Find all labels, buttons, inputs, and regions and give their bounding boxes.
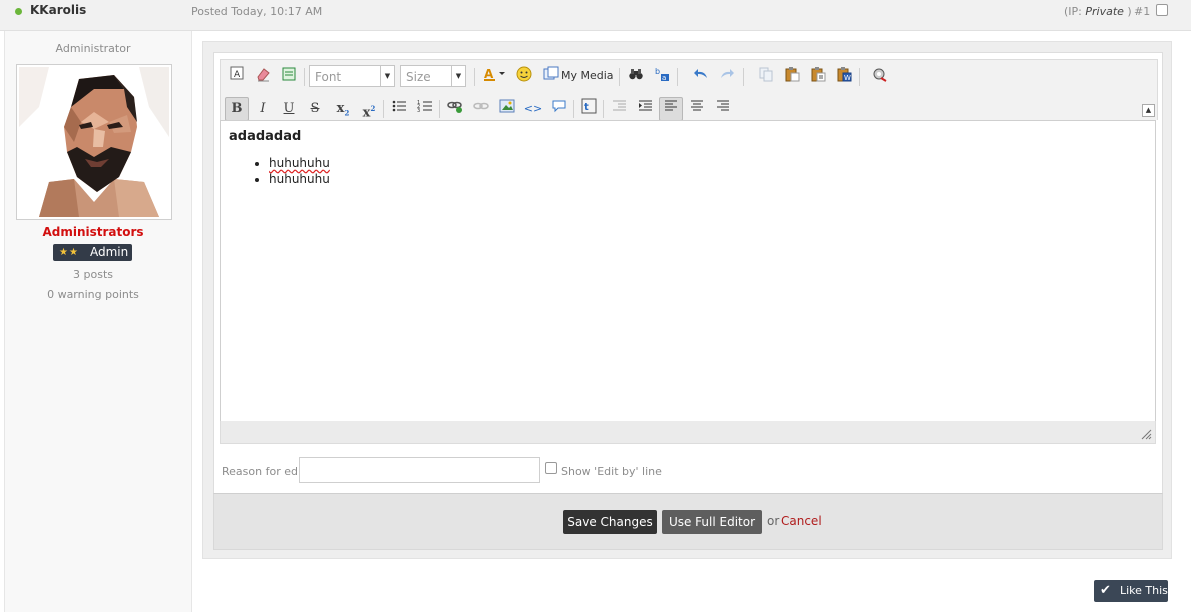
content-list: huhuhuhu huhuhuhu [229, 155, 330, 187]
post-date: Posted Today, 10:17 AM [191, 5, 323, 18]
post-number-link[interactable]: #1 [1134, 5, 1150, 18]
subscript-icon[interactable]: x2 [331, 97, 355, 121]
underline-icon[interactable]: U [277, 97, 301, 121]
bold-icon[interactable]: B [225, 97, 249, 121]
or-text: or [767, 514, 780, 528]
svg-text:3: 3 [417, 108, 420, 114]
show-edit-by-label: Show 'Edit by' line [561, 465, 662, 478]
chevron-down-icon: ▼ [451, 66, 465, 86]
size-select[interactable]: Size ▼ [400, 65, 466, 87]
collapse-toolbar-icon[interactable]: ▲ [1142, 104, 1155, 117]
outdent-icon[interactable] [607, 97, 631, 121]
cancel-link[interactable]: Cancel [781, 514, 822, 528]
quote-icon[interactable] [547, 97, 571, 121]
strikethrough-icon[interactable]: S [303, 97, 327, 121]
spellcheck-icon[interactable] [867, 65, 891, 89]
resize-grip-icon[interactable] [1141, 429, 1152, 440]
align-left-icon[interactable] [659, 97, 683, 121]
svg-text:W: W [844, 74, 851, 82]
text-color-icon[interactable]: A [480, 65, 510, 89]
author-group: Administrators [42, 225, 144, 239]
templates-icon[interactable] [277, 65, 301, 89]
bulleted-list-icon[interactable] [387, 97, 411, 121]
quick-edit-container: A Font ▼ Size ▼ A My Media b a W B I U S… [202, 41, 1172, 559]
form-actions: Save Changes Use Full Editor or Cancel [213, 493, 1163, 550]
media-icon[interactable] [539, 65, 563, 89]
unlink-icon[interactable] [469, 97, 493, 121]
author-warning-points[interactable]: 0 warning points [5, 288, 181, 301]
italic-icon[interactable]: I [251, 97, 275, 121]
post-select-checkbox[interactable] [1156, 4, 1168, 16]
ip-info: (IP: Private ) [1064, 5, 1132, 18]
undo-icon[interactable] [689, 65, 713, 89]
remove-format-icon[interactable] [251, 65, 275, 89]
ip-value[interactable]: Private [1085, 5, 1124, 18]
like-label: Like This [1120, 584, 1168, 597]
author-title: Administrator [55, 42, 131, 55]
find-icon[interactable] [624, 65, 648, 89]
toolbar-row-2: B I U S x2 x2 123 <> t [221, 95, 1157, 123]
content-heading: adadadad [229, 129, 302, 144]
rank-badge: ★★ Admin [53, 244, 132, 261]
indent-icon[interactable] [633, 97, 657, 121]
align-center-icon[interactable] [685, 97, 709, 121]
editor-box: A Font ▼ Size ▼ A My Media b a W B I U S… [213, 52, 1163, 494]
my-media-button[interactable]: My Media [561, 65, 614, 87]
editor-status-bar [220, 421, 1156, 444]
align-right-icon[interactable] [711, 97, 735, 121]
save-changes-button[interactable]: Save Changes [563, 510, 657, 534]
author-username[interactable]: KKarolis [30, 3, 86, 17]
superscript-icon[interactable]: x2 [357, 97, 381, 121]
chevron-down-icon: ▼ [380, 66, 394, 86]
paste-word-icon[interactable]: W [832, 65, 856, 89]
editor-content[interactable]: adadadad huhuhuhu huhuhuhu [220, 120, 1156, 422]
use-full-editor-button[interactable]: Use Full Editor [662, 510, 762, 534]
source-icon[interactable]: A [225, 65, 249, 89]
avatar-portrait-image [19, 67, 169, 217]
redo-icon[interactable] [715, 65, 739, 89]
like-button[interactable]: ✔ Like This [1094, 580, 1168, 602]
font-select[interactable]: Font ▼ [309, 65, 395, 87]
reason-for-edit-input[interactable] [299, 457, 540, 483]
copy-icon[interactable] [754, 65, 778, 89]
author-post-count: 3 posts [73, 268, 113, 281]
svg-text:b: b [655, 67, 660, 76]
image-icon[interactable] [495, 97, 519, 121]
check-icon: ✔ [1100, 583, 1111, 598]
emoticon-icon[interactable] [512, 65, 536, 89]
svg-text:t: t [584, 102, 589, 113]
rank-label: Admin [90, 245, 129, 259]
code-icon[interactable]: <> [521, 97, 545, 121]
replace-icon[interactable]: ba [650, 65, 674, 89]
svg-text:A: A [484, 67, 494, 81]
star-icon: ★★ [59, 247, 79, 258]
reason-for-edit-label: Reason for edit: [222, 465, 310, 478]
editor-toolbar: A Font ▼ Size ▼ A My Media b a W B I U S… [220, 59, 1158, 123]
author-panel: Administrator Administrators ★★ Admin 3 … [4, 31, 192, 612]
post-header: KKarolis Posted Today, 10:17 AM (IP: Pri… [0, 0, 1191, 31]
list-item: huhuhuhu [269, 155, 330, 171]
toolbar-row-1: A Font ▼ Size ▼ A My Media b a W [221, 63, 1157, 91]
paste-text-icon[interactable] [806, 65, 830, 89]
numbered-list-icon[interactable]: 123 [413, 97, 437, 121]
svg-text:a: a [662, 74, 666, 82]
paste-icon[interactable] [780, 65, 804, 89]
svg-text:A: A [234, 70, 241, 80]
list-item: huhuhuhu [269, 171, 330, 187]
show-edit-by-checkbox[interactable] [545, 462, 557, 474]
online-status-icon [15, 8, 22, 15]
spoiler-icon[interactable]: t [577, 97, 601, 121]
link-icon[interactable] [443, 97, 467, 121]
avatar[interactable] [16, 64, 172, 220]
